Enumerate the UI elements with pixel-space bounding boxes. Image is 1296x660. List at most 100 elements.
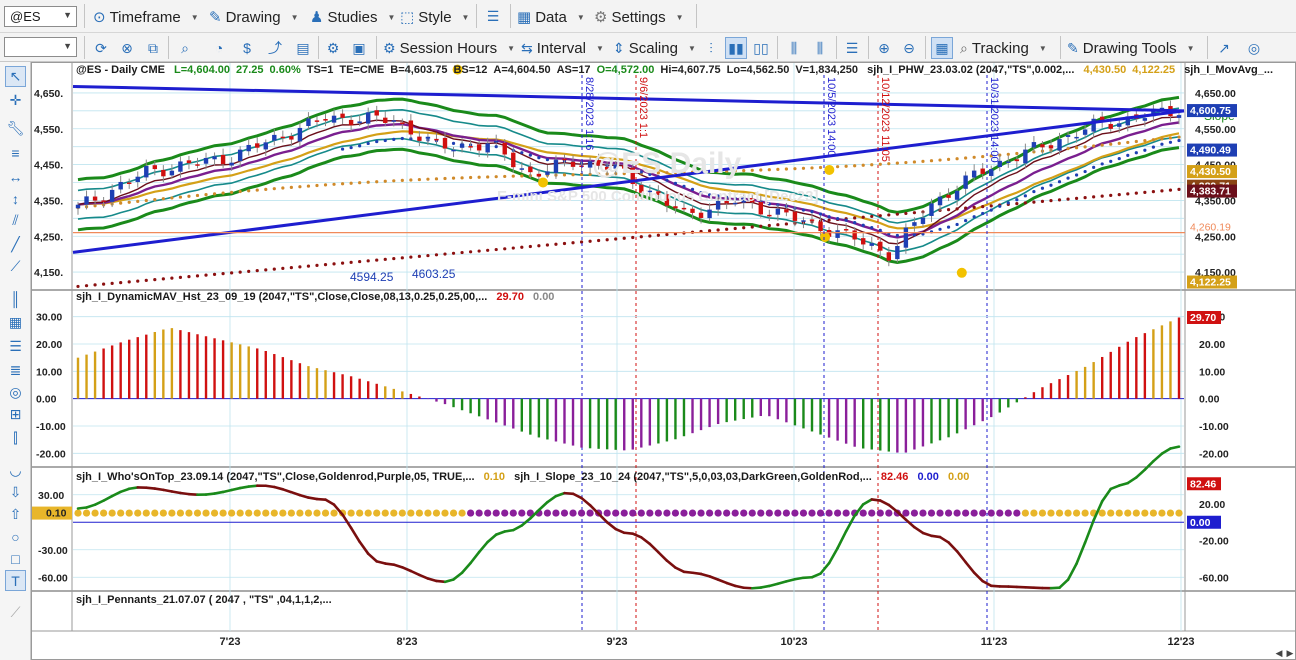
whos-dot (236, 509, 244, 517)
spiral-icon[interactable]: ◎ (5, 382, 26, 403)
whos-dot (245, 509, 253, 517)
date-marker-label: 9/6/2023 1:1 (637, 77, 649, 138)
whos-dot (757, 509, 765, 517)
studies-menu[interactable]: ♟ Studies ▼ (310, 6, 395, 28)
layout-icon[interactable]: ☰ (482, 5, 504, 27)
trendline-icon[interactable]: ╱ (5, 234, 26, 255)
grid-tool-icon[interactable]: ▦ (5, 312, 26, 333)
drawing-menu[interactable]: ✎ Drawing ▼ (209, 6, 299, 28)
ma200-dot (264, 268, 268, 272)
ma55-dot (494, 175, 498, 179)
whos-dot (620, 509, 628, 517)
horizontal-lines-icon[interactable]: ☰ (5, 336, 26, 357)
slope-segment (341, 513, 353, 530)
whos-dot (816, 509, 825, 517)
arc-icon[interactable]: ◡ (5, 460, 26, 481)
ma55-dot (793, 167, 797, 171)
ray-icon[interactable]: ⟋ (5, 256, 26, 277)
trendline-tool-icon[interactable]: ↗ (1213, 37, 1235, 59)
link-icon[interactable]: ⊗ (116, 37, 138, 59)
candle-body (528, 166, 533, 173)
studies-icon: ♟ (310, 9, 324, 26)
volume-bars-icon[interactable]: ⫼ (783, 37, 805, 59)
whos-dot (193, 509, 202, 517)
slope-segment (759, 584, 771, 589)
timeframe-icon: ⊙ (93, 9, 106, 26)
bar-chart-icon[interactable]: ⫶ (700, 37, 722, 59)
whos-dot (441, 509, 449, 517)
session-hours-menu[interactable]: ⚙ Session Hours ▼ (383, 38, 515, 58)
candle-body (1006, 161, 1011, 163)
trend-icon[interactable]: ⤴ (264, 37, 286, 59)
zoom-in-icon[interactable]: ⊕ (873, 37, 895, 59)
eraser-icon[interactable]: ⟋ (5, 602, 26, 623)
arrow-up-icon[interactable]: ⇧ (5, 504, 26, 525)
whos-dot (270, 509, 278, 517)
rectangle-icon[interactable]: □ (5, 548, 26, 569)
horizontal-arrows-icon[interactable]: ↔ (5, 166, 26, 187)
ohlc-bars-icon[interactable]: ⫼ (809, 37, 831, 59)
speedometer-icon[interactable]: ◔ (208, 37, 230, 59)
chevron-down-icon[interactable]: ▼ (63, 10, 72, 20)
refresh-icon[interactable]: ⟳ (90, 37, 112, 59)
grid-icon[interactable]: ▣ (348, 37, 370, 59)
ma21-dot (878, 228, 882, 232)
fib-icon[interactable]: ≡ (5, 142, 26, 163)
gann-icon[interactable]: ⊞ (5, 404, 26, 425)
ellipse-icon[interactable]: ○ (5, 526, 26, 547)
candlestick-icon[interactable]: ▮▮ (725, 37, 747, 59)
date-marker-label: 8/28/2023 1:16 (583, 77, 595, 150)
tracking-menu[interactable]: ⌕ Tracking ▼ (960, 38, 1047, 58)
ma55-dot (571, 173, 575, 177)
workspace-select[interactable]: ▼ (4, 37, 77, 57)
ma200-dot (750, 225, 754, 229)
candle-body (1040, 144, 1045, 148)
arrow-down-icon[interactable]: ⇩ (5, 482, 26, 503)
settings-cogs-icon[interactable]: ⚙ (322, 37, 344, 59)
whos-dot (1047, 509, 1055, 517)
hollow-candle-icon[interactable]: ▯▯ (750, 37, 772, 59)
whos-dot (1175, 509, 1183, 517)
zoom-out-icon[interactable]: ⊖ (898, 37, 920, 59)
vertical-arrows-icon[interactable]: ↕ (5, 188, 26, 209)
drawing-tools-label: Drawing Tools (1082, 39, 1177, 57)
text-tool-icon[interactable]: T (5, 570, 26, 591)
drawing-tools-menu[interactable]: ✎ Drawing Tools ▼ (1067, 38, 1195, 58)
data-window-icon[interactable]: ▦ (931, 37, 953, 59)
panels-icon[interactable]: ☰ (841, 37, 863, 59)
candle-body (357, 121, 362, 124)
ma200-dot (212, 272, 217, 276)
whos-dot (629, 509, 637, 517)
settings-menu[interactable]: ⚙ Settings ▼ (594, 6, 684, 28)
price-stat-1: 27.25 (236, 64, 264, 76)
chart-canvas[interactable]: 7'23 8'23 9'23 10'23 11'23 12'23 8/28/2023 1:1… (32, 63, 1295, 659)
symbol-input[interactable]: @ES ▼ (4, 6, 77, 27)
slope-segment (230, 486, 242, 492)
slope-segment (665, 559, 677, 569)
ma200-dot (349, 260, 353, 264)
wrench-icon[interactable]: 🔧︎ (5, 118, 26, 139)
copy-icon[interactable]: ⧉ (142, 37, 164, 59)
chevron-down-icon[interactable]: ▼ (63, 41, 72, 51)
candle-body (963, 175, 968, 189)
zoom-search-icon[interactable]: ⌕ (174, 37, 196, 59)
cycle-lines-icon[interactable]: ⫿ (5, 428, 26, 449)
interval-menu[interactable]: ⇆ Interval ▼ (521, 38, 604, 58)
ma200-dot (1066, 197, 1070, 201)
style-menu[interactable]: ⬚ Style ▼ (400, 6, 469, 28)
scroll-right-icon[interactable]: ▶ (1284, 647, 1296, 659)
price-stat-12: V=1,834,250 (795, 64, 859, 76)
crosshair-icon[interactable]: ✛ (5, 90, 26, 111)
timeframe-menu[interactable]: ⊙ Timeframe ▼ (93, 6, 199, 28)
pointer-icon[interactable]: ↖ (5, 66, 26, 87)
vertical-line-icon[interactable]: ║ (5, 288, 26, 309)
price-panel-title: @ES - Daily CME L=4,604.00 27.25 0.60% TS=1… (76, 64, 1273, 76)
fib-fan-icon[interactable]: ≣ (5, 360, 26, 381)
scaling-menu[interactable]: ⇕ Scaling ▼ (613, 38, 696, 58)
parallel-lines-icon[interactable]: ⫽ (5, 210, 26, 231)
dollar-icon[interactable]: $ (236, 37, 258, 59)
chart-window[interactable]: 7'23 8'23 9'23 10'23 11'23 12'23 8/28/2023 1:1… (31, 62, 1296, 660)
data-menu[interactable]: ▦ Data ▼ (517, 6, 585, 28)
chart-analysis-icon[interactable]: ◎ (1243, 37, 1265, 59)
calendar-icon[interactable]: ▤ (292, 37, 314, 59)
